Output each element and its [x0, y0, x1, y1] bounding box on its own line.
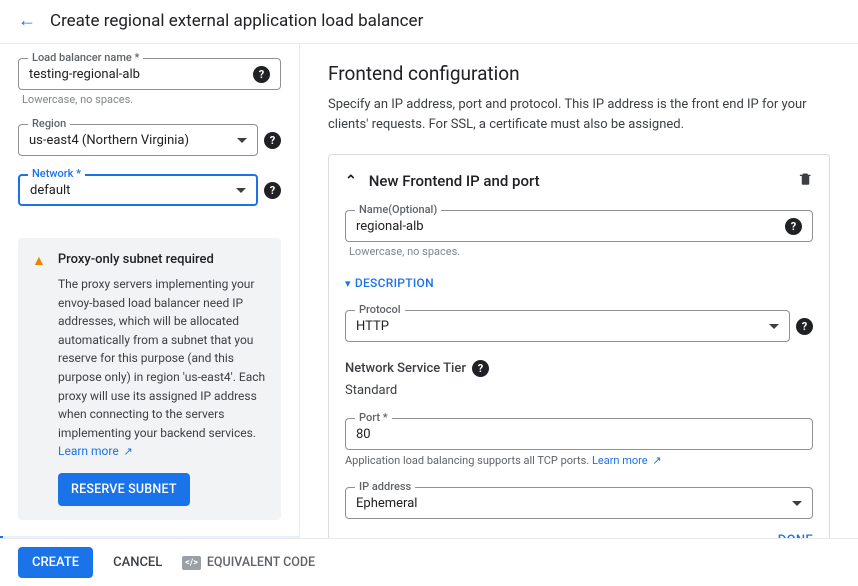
section-title: Frontend configuration [328, 62, 830, 85]
protocol-field: Protocol HTTP ? [345, 310, 813, 342]
delete-icon[interactable] [798, 171, 813, 190]
help-icon[interactable]: ? [264, 182, 281, 199]
lb-name-input[interactable] [29, 67, 253, 82]
lb-name-label: Load balancer name [28, 51, 143, 64]
step-frontend[interactable]: ✓ Frontend configuration [0, 536, 299, 538]
footer: CREATE CANCEL </> EQUIVALENT CODE [0, 538, 858, 586]
fe-name-field: Name(Optional) ? Lowercase, no spaces. [345, 210, 813, 258]
help-icon[interactable]: ? [264, 132, 281, 149]
help-icon[interactable]: ? [785, 218, 802, 235]
chevron-down-icon [792, 501, 802, 506]
lb-name-hint: Lowercase, no spaces. [18, 93, 281, 106]
external-link-icon: ↗ [121, 445, 133, 458]
body: Load balancer name ? Lowercase, no space… [0, 44, 858, 538]
wizard-steps: ✓ Frontend configuration Backend configu… [0, 536, 299, 538]
fe-name-input[interactable] [356, 219, 785, 234]
top-bar: ← Create regional external application l… [0, 0, 858, 44]
protocol-label: Protocol [355, 303, 405, 316]
left-panel: Load balancer name ? Lowercase, no space… [0, 44, 300, 538]
protocol-select[interactable]: HTTP [345, 310, 790, 342]
reserve-subnet-button[interactable]: RESERVE SUBNET [58, 473, 190, 506]
port-field: Port Application load balancing supports… [345, 418, 813, 467]
help-icon[interactable]: ? [472, 360, 489, 377]
frontend-ip-port-card: ⌃ New Frontend IP and port Name(Optional… [328, 154, 830, 538]
equivalent-code-button[interactable]: </> EQUIVALENT CODE [182, 555, 315, 570]
network-field: Network default ? [18, 174, 281, 206]
region-field: Region us-east4 (Northern Virginia) ? [18, 124, 281, 156]
proxy-subnet-warning: ▲ Proxy-only subnet required The proxy s… [18, 238, 281, 520]
port-label: Port [355, 411, 392, 424]
done-button[interactable]: DONE [778, 533, 813, 538]
tier-label: Network Service Tier ? [345, 360, 813, 377]
chevron-down-icon [236, 188, 246, 193]
ip-address-field: IP address Ephemeral [345, 487, 813, 519]
region-label: Region [28, 117, 70, 130]
lb-name-field: Load balancer name ? Lowercase, no space… [18, 58, 281, 106]
help-icon[interactable]: ? [796, 318, 813, 335]
port-learn-more-link[interactable]: Learn more ↗ [592, 454, 662, 467]
warning-text: The proxy servers implementing your envo… [58, 277, 265, 440]
chevron-down-icon [237, 138, 247, 143]
tier-value: Standard [345, 383, 813, 398]
fe-name-hint: Lowercase, no spaces. [345, 245, 813, 258]
fe-name-label: Name(Optional) [355, 203, 441, 216]
external-link-icon: ↗ [650, 454, 662, 467]
section-description: Specify an IP address, port and protocol… [328, 95, 830, 134]
create-button[interactable]: CREATE [18, 547, 93, 578]
warning-title: Proxy-only subnet required [58, 252, 214, 267]
back-arrow-icon[interactable]: ← [18, 10, 36, 31]
help-icon[interactable]: ? [253, 66, 270, 83]
chevron-up-icon[interactable]: ⌃ [345, 173, 357, 189]
port-hint-text: Application load balancing supports all … [345, 454, 592, 467]
code-icon: </> [182, 556, 201, 570]
page-title: Create regional external application loa… [50, 11, 423, 31]
card-title: New Frontend IP and port [369, 172, 540, 190]
network-label: Network [28, 167, 85, 180]
warning-learn-more-link[interactable]: Learn more ↗ [58, 444, 133, 458]
right-panel: Frontend configuration Specify an IP add… [300, 44, 858, 538]
chevron-down-icon [769, 324, 779, 329]
ip-address-label: IP address [355, 480, 415, 493]
port-input[interactable] [356, 427, 802, 442]
chevron-down-icon: ▾ [345, 277, 351, 290]
warning-triangle-icon: ▲ [32, 252, 46, 269]
cancel-button[interactable]: CANCEL [113, 555, 162, 570]
description-toggle[interactable]: ▾ DESCRIPTION [345, 276, 813, 290]
